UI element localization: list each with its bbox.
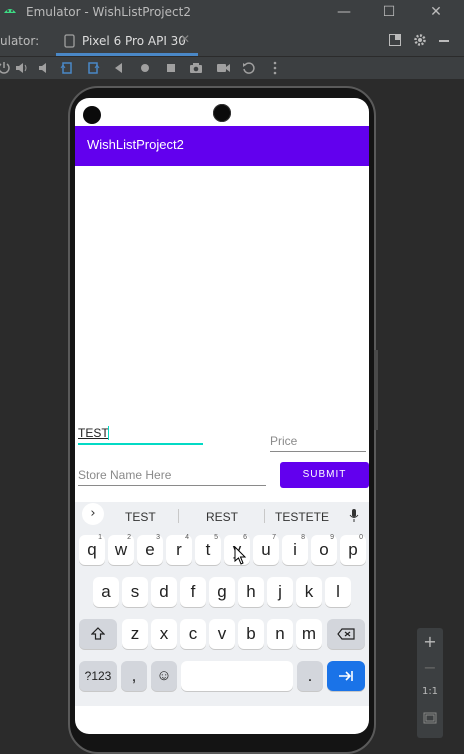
key-e[interactable]: e3 [137, 534, 163, 565]
key-c[interactable]: c [180, 619, 206, 649]
more-icon[interactable] [267, 60, 283, 76]
rotate-right-icon[interactable] [85, 60, 101, 76]
suggestion-2[interactable]: REST [206, 510, 238, 524]
symbols-key[interactable]: ?123 [79, 661, 117, 691]
volume-down-icon[interactable] [36, 60, 52, 76]
home-icon[interactable] [137, 60, 153, 76]
mouse-pointer-icon [234, 546, 247, 565]
backspace-icon [337, 628, 355, 640]
tab-label: Pixel 6 Pro API 30 [82, 34, 186, 48]
maximize-button[interactable]: ☐ [379, 2, 399, 22]
actual-size-button[interactable]: 1:1 [417, 686, 443, 697]
volume-up-icon[interactable] [14, 60, 30, 76]
item-name-underline [78, 443, 203, 445]
emoji-icon: ☺ [156, 667, 172, 684]
space-key[interactable] [181, 661, 293, 691]
restore-icon[interactable] [388, 33, 402, 47]
suggestion-divider [264, 509, 265, 523]
key-g[interactable]: g [209, 577, 235, 607]
key-a[interactable]: a [93, 577, 119, 607]
front-camera [213, 104, 231, 122]
app-title: WishListProject2 [87, 137, 184, 152]
key-p[interactable]: p0 [340, 534, 366, 565]
suggestion-divider [178, 509, 179, 523]
overview-icon[interactable] [163, 60, 179, 76]
text-cursor [108, 426, 109, 440]
store-name-underline [78, 485, 266, 486]
status-bar-dot [83, 106, 101, 124]
submit-button[interactable]: SUBMIT [280, 462, 369, 488]
key-k[interactable]: k [296, 577, 322, 607]
emulator-toolbar [0, 57, 464, 79]
power-icon[interactable] [0, 60, 12, 76]
tab-pixel-6-pro[interactable]: Pixel 6 Pro API 30 ✕ [56, 30, 198, 56]
shift-key[interactable] [79, 619, 117, 649]
emulator-label: ulator: [0, 34, 40, 48]
tab-close-button[interactable]: ✕ [180, 32, 190, 46]
emulator-tab-bar: ulator: Pixel 6 Pro API 30 ✕ [0, 24, 464, 57]
tab-next-icon [339, 671, 353, 681]
zoom-out-button[interactable]: − [417, 658, 443, 677]
key-f[interactable]: f [180, 577, 206, 607]
key-j[interactable]: j [267, 577, 293, 607]
key-x[interactable]: x [151, 619, 177, 649]
key-i[interactable]: i8 [282, 534, 308, 565]
key-w[interactable]: w2 [108, 534, 134, 565]
comma-key[interactable]: , [121, 661, 147, 691]
store-name-placeholder: Store Name Here [78, 468, 172, 482]
key-d[interactable]: d [151, 577, 177, 607]
key-t[interactable]: t5 [195, 534, 221, 565]
microphone-icon[interactable] [348, 508, 360, 523]
store-name-field[interactable]: Store Name Here [78, 468, 266, 486]
period-key[interactable]: . [297, 661, 323, 691]
key-m[interactable]: m [296, 619, 322, 649]
zoom-in-button[interactable]: + [417, 632, 443, 651]
key-n[interactable]: n [267, 619, 293, 649]
key-z[interactable]: z [122, 619, 148, 649]
chevron-right-icon[interactable]: › [82, 503, 104, 525]
video-icon[interactable] [215, 60, 231, 76]
minimize-panel-icon[interactable] [437, 33, 451, 47]
key-s[interactable]: s [122, 577, 148, 607]
camera-icon[interactable] [188, 60, 204, 76]
app-bar: WishListProject2 [75, 126, 369, 166]
device-screen: WishListProject2 TEST Price Store Name H… [75, 98, 369, 734]
window-title: Emulator - WishListProject2 [26, 5, 191, 19]
suggestion-3[interactable]: TESTETE [275, 510, 329, 524]
rotate-left-icon[interactable] [59, 60, 75, 76]
key-l[interactable]: l [325, 577, 351, 607]
key-q[interactable]: q1 [79, 534, 105, 565]
price-field[interactable]: Price [270, 434, 366, 452]
soft-keyboard: › TEST REST TESTETE q1 w2 e3 r4 t5 y6 u7… [75, 502, 369, 706]
power-button-side [374, 350, 378, 430]
suggestion-1[interactable]: TEST [125, 510, 156, 524]
android-studio-icon [4, 9, 16, 13]
item-name-field[interactable]: TEST [78, 426, 203, 445]
minimize-button[interactable]: — [334, 2, 354, 22]
gear-icon[interactable] [413, 33, 427, 47]
enter-key[interactable] [327, 661, 365, 691]
zoom-controls: + − 1:1 [417, 628, 443, 738]
key-r[interactable]: r4 [166, 534, 192, 565]
key-o[interactable]: o9 [311, 534, 337, 565]
key-v[interactable]: v [209, 619, 235, 649]
back-icon[interactable] [111, 60, 127, 76]
shift-icon [90, 627, 106, 640]
item-name-value: TEST [78, 426, 109, 440]
emoji-key[interactable]: ☺ [151, 661, 177, 691]
active-tab-underline [56, 53, 198, 56]
fit-screen-icon[interactable] [423, 712, 437, 724]
window-title-bar: Emulator - WishListProject2 — ☐ ✕ [0, 0, 464, 24]
replay-icon[interactable] [241, 60, 257, 76]
key-u[interactable]: u7 [253, 534, 279, 565]
price-placeholder: Price [270, 434, 298, 448]
key-b[interactable]: b [238, 619, 264, 649]
backspace-key[interactable] [327, 619, 365, 649]
key-h[interactable]: h [238, 577, 264, 607]
device-icon [64, 34, 75, 48]
price-underline [270, 451, 366, 452]
close-button[interactable]: ✕ [426, 2, 446, 22]
